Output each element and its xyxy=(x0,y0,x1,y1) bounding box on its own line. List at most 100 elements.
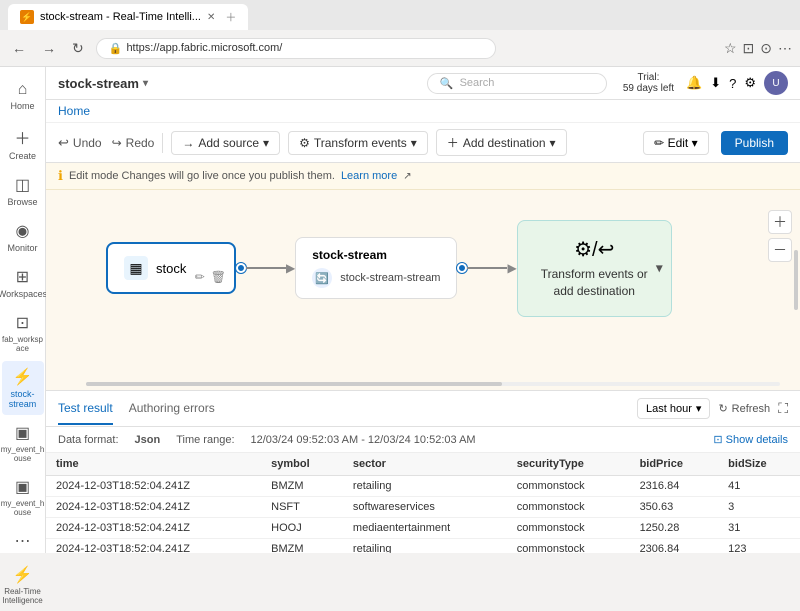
top-bar: stock-stream ▾ 🔍 Search Trial: 59 days l… xyxy=(46,67,800,100)
reload-btn[interactable]: ↻ xyxy=(68,38,88,59)
destination-text: Transform events or add destination xyxy=(538,266,651,300)
connector1: ▶ xyxy=(236,261,295,275)
edit-node-icon[interactable]: ✏ xyxy=(195,270,205,284)
refresh-btn[interactable]: ↻ Refresh xyxy=(718,402,770,415)
results-tabs: Test result Authoring errors Last hour ▾… xyxy=(46,391,800,427)
col-time: time xyxy=(46,453,261,476)
canvas[interactable]: ▦ stock ✏ 🗑 ▶ xyxy=(46,190,800,390)
url-text: https://app.fabric.microsoft.com/ xyxy=(126,42,282,54)
sidebar-item-browse[interactable]: ◫ Browse xyxy=(2,169,44,213)
connector-dot2 xyxy=(457,263,467,273)
sidebar-item-home[interactable]: ⌂ Home xyxy=(2,75,44,117)
connector-line2 xyxy=(467,267,507,269)
add-source-chevron: ▾ xyxy=(263,136,269,150)
table-cell: commonstock xyxy=(507,497,630,518)
sidebar-item-create[interactable]: ＋ Create xyxy=(2,119,44,167)
download-icon[interactable]: ⬇ xyxy=(710,75,721,91)
add-dest-chevron: ▾ xyxy=(550,136,556,150)
learn-more-link[interactable]: Learn more xyxy=(341,170,397,182)
undo-group: ↩ Undo ↪ Redo xyxy=(58,135,154,151)
results-table: time symbol sector securityType bidPrice… xyxy=(46,453,800,553)
stock-stream-icon: ⚡ xyxy=(13,367,33,387)
table-row: 2024-12-03T18:52:04.241ZHOOJmediaenterta… xyxy=(46,518,800,539)
browse-icon: ◫ xyxy=(15,175,30,195)
forward-btn[interactable]: → xyxy=(38,38,60,58)
event1-icon: ▣ xyxy=(15,423,30,443)
transform-events-btn[interactable]: ⚙ Transform events ▾ xyxy=(288,131,428,155)
connector2: ▶ xyxy=(457,261,516,275)
sidebar-item-event1[interactable]: ▣ my_event_house xyxy=(2,417,44,469)
table-cell: commonstock xyxy=(507,476,630,497)
sidebar-item-more[interactable]: ⋯ xyxy=(2,525,44,557)
address-bar[interactable]: 🔒 https://app.fabric.microsoft.com/ xyxy=(96,38,496,59)
col-security-type: securityType xyxy=(507,453,630,476)
stream-node[interactable]: stock-stream 🔄 stock-stream-stream xyxy=(295,237,457,299)
connector-dot1 xyxy=(236,263,246,273)
tab-test-result[interactable]: Test result xyxy=(58,393,113,425)
table-row: 2024-12-03T18:52:04.241ZBMZMretailingcom… xyxy=(46,539,800,554)
sidebar-item-fab[interactable]: ⊡ fab_workspace xyxy=(2,307,44,359)
undo-btn[interactable]: Undo xyxy=(73,136,102,150)
tab-authoring-errors[interactable]: Authoring errors xyxy=(129,393,215,425)
star-icon[interactable]: ☆ xyxy=(724,40,737,57)
data-table[interactable]: time symbol sector securityType bidPrice… xyxy=(46,453,800,553)
user-avatar[interactable]: U xyxy=(764,71,788,95)
canvas-scrollbar[interactable] xyxy=(794,250,798,310)
redo-btn[interactable]: Redo xyxy=(126,136,155,150)
active-tab[interactable]: ⚡ stock-stream - Real-Time Intelli... ✕ … xyxy=(8,4,248,30)
add-source-btn[interactable]: → Add source ▾ xyxy=(171,131,280,155)
new-tab-btn[interactable]: ＋ xyxy=(225,9,236,25)
table-cell: 2316.84 xyxy=(630,476,719,497)
delete-node-icon[interactable]: 🗑 xyxy=(211,270,226,284)
nav-bar: ← → ↻ 🔒 https://app.fabric.microsoft.com… xyxy=(0,30,800,66)
back-btn[interactable]: ← xyxy=(8,38,30,58)
destination-node[interactable]: ⚙/↩ Transform events or add destination … xyxy=(517,220,672,317)
table-cell: 3 xyxy=(718,497,800,518)
sidebar-item-realtime[interactable]: ⚡ Real-TimeIntelligence xyxy=(2,559,44,611)
sidebar-item-stock-stream[interactable]: ⚡ stock-stream xyxy=(2,361,44,415)
event2-icon: ▣ xyxy=(15,477,30,497)
canvas-hscrollbar-track xyxy=(86,382,780,386)
expand-icon[interactable]: ⛶ xyxy=(778,400,788,417)
publish-btn[interactable]: Publish xyxy=(721,131,788,155)
node-actions: ✏ 🗑 xyxy=(195,270,226,284)
profile-icon[interactable]: ⊙ xyxy=(760,40,772,57)
data-info: Data format: Json Time range: 12/03/24 0… xyxy=(46,427,800,453)
redo-icon: ↪ xyxy=(112,136,122,150)
zoom-in-btn[interactable]: ＋ xyxy=(768,210,792,234)
sidebar-item-workspaces[interactable]: ⊞ Workspaces xyxy=(2,261,44,305)
help-icon[interactable]: ? xyxy=(729,76,736,91)
external-link-icon: ↗ xyxy=(403,171,411,182)
app-container: ⌂ Home ＋ Create ◫ Browse ◉ Monitor ⊞ Wor… xyxy=(0,67,800,553)
edit-icon: ✏ xyxy=(654,136,664,150)
notification-icon[interactable]: 🔔 xyxy=(686,75,702,91)
canvas-hscrollbar-thumb[interactable] xyxy=(86,382,502,386)
sidebar-item-monitor[interactable]: ◉ Monitor xyxy=(2,215,44,259)
browser-chrome: ⚡ stock-stream - Real-Time Intelli... ✕ … xyxy=(0,0,800,67)
results-panel: Test result Authoring errors Last hour ▾… xyxy=(46,390,800,553)
extension-icon[interactable]: ⊡ xyxy=(743,40,755,57)
settings-icon[interactable]: ⋯ xyxy=(778,40,792,57)
create-icon: ＋ xyxy=(14,125,30,149)
edit-btn[interactable]: ✏ Edit ▾ xyxy=(643,131,708,155)
zoom-out-btn[interactable]: － xyxy=(768,238,792,262)
time-selector[interactable]: Last hour ▾ xyxy=(637,398,710,419)
tab-close-btn[interactable]: ✕ xyxy=(207,12,215,23)
show-details-icon: ⊡ xyxy=(713,434,722,446)
add-destination-btn[interactable]: ＋ Add destination ▾ xyxy=(436,129,567,156)
home-link[interactable]: Home xyxy=(58,104,90,118)
monitor-icon: ◉ xyxy=(16,221,30,241)
table-cell: 123 xyxy=(718,539,800,554)
canvas-controls: ＋ － xyxy=(768,210,792,262)
sidebar-item-event2[interactable]: ▣ my_event_house xyxy=(2,471,44,523)
fab-icon: ⊡ xyxy=(16,313,29,333)
search-box[interactable]: 🔍 Search xyxy=(427,73,607,94)
table-row: 2024-12-03T18:52:04.241ZNSFTsoftwareserv… xyxy=(46,497,800,518)
top-bar-icons: 🔔 ⬇ ? ⚙ U xyxy=(686,71,788,95)
stream-node-body: 🔄 stock-stream-stream xyxy=(312,268,440,288)
share-icon[interactable]: ⚙ xyxy=(744,75,756,91)
show-details-btn[interactable]: ⊡ Show details xyxy=(713,433,788,446)
source-node[interactable]: ▦ stock ✏ 🗑 xyxy=(106,242,236,294)
workspace-name[interactable]: stock-stream ▾ xyxy=(58,76,148,91)
toolbar: ↩ Undo ↪ Redo → Add source ▾ ⚙ Transform… xyxy=(46,123,800,163)
